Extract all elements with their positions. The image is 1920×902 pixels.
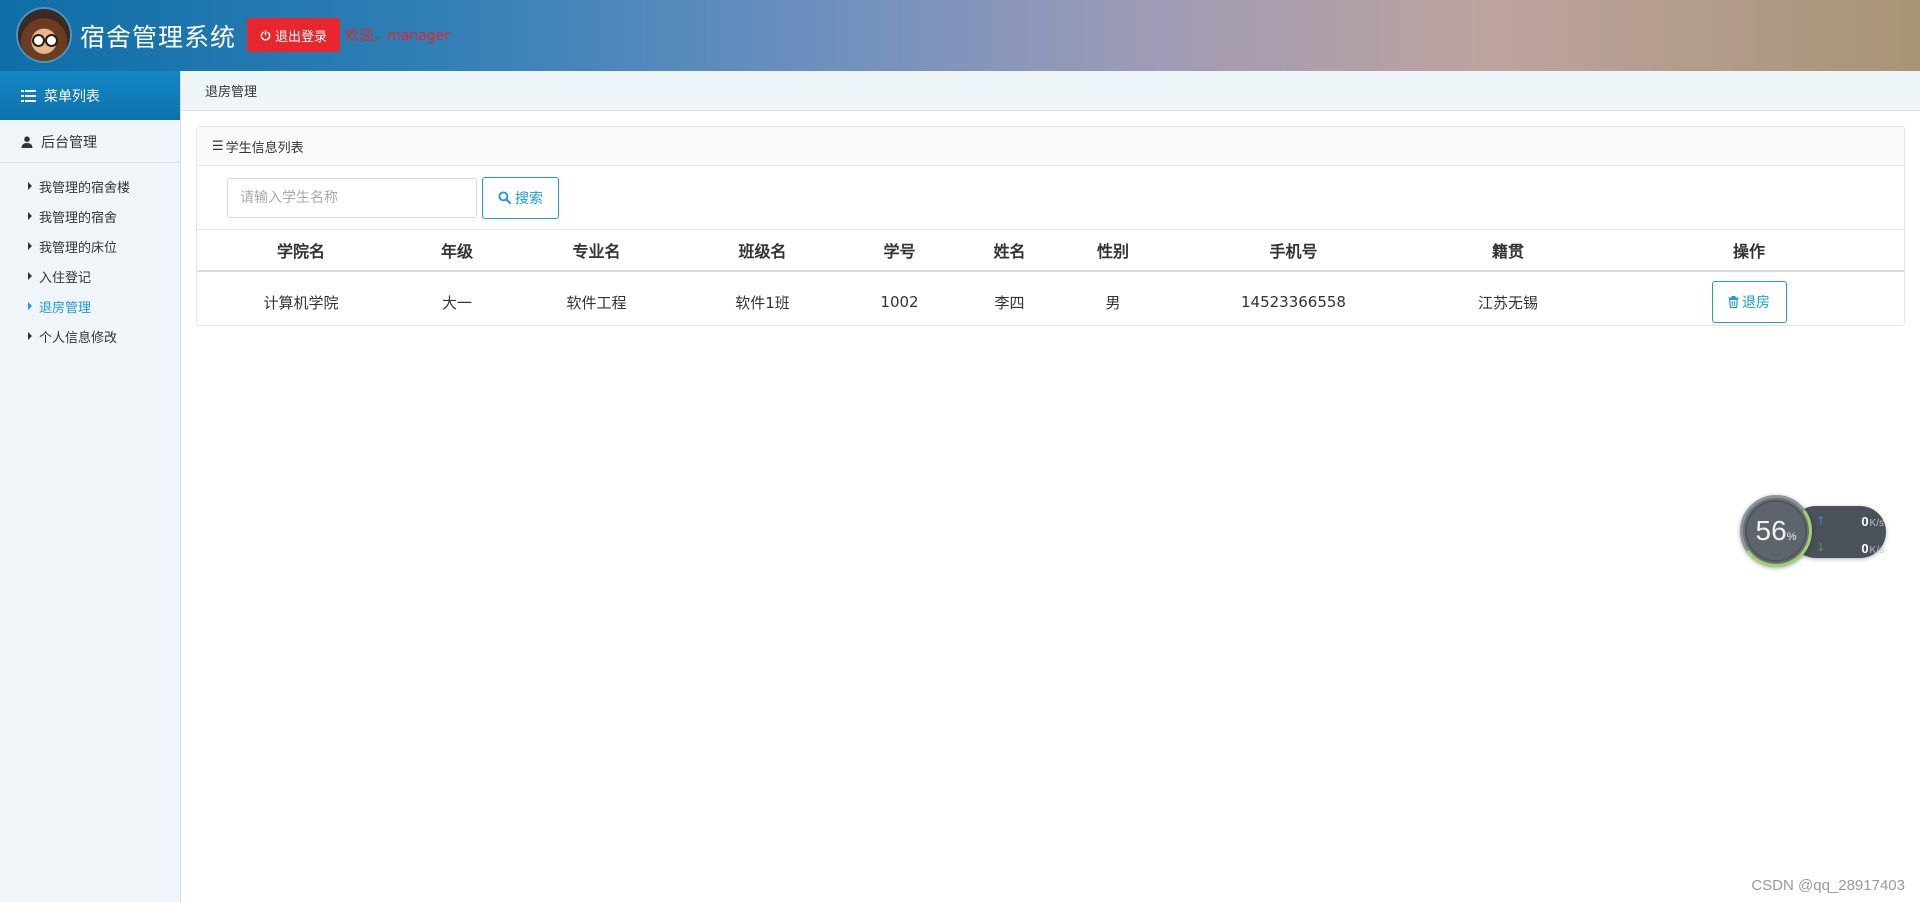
cell-hometown: 江苏无锡	[1477, 293, 1538, 312]
breadcrumb-current: 退房管理	[205, 85, 258, 100]
app-logo-avatar	[18, 9, 70, 61]
cell-phone: 14523366558	[1241, 293, 1346, 311]
panel-title: 学生信息列表	[225, 140, 304, 156]
welcome-message: 欢迎，manager	[345, 25, 450, 45]
column-header-college[interactable]: 学院名	[197, 230, 405, 272]
panel-header: ☰ 学生信息列表	[197, 127, 1904, 166]
download-speed: 🡓 0K/s	[1818, 539, 1884, 558]
user-icon	[21, 136, 33, 148]
sidebar-item-label: 我管理的宿舍楼	[39, 180, 131, 196]
cell-major: 软件工程	[566, 293, 627, 312]
column-header-class[interactable]: 班级名	[684, 230, 841, 272]
logout-button[interactable]: 退出登录	[247, 18, 340, 52]
check-out-button[interactable]: 退房	[1711, 281, 1787, 323]
column-header-phone[interactable]: 手机号	[1165, 230, 1422, 272]
caret-right-icon	[28, 182, 32, 190]
cell-gender: 男	[1105, 293, 1121, 312]
search-bar: 搜索	[197, 166, 1904, 230]
cell-grade: 大一	[441, 293, 472, 312]
caret-right-icon	[28, 332, 32, 340]
sidebar: 菜单列表 后台管理 我管理的宿舍楼 我管理的宿舍 我管理的床位 入住登记 退房管…	[0, 71, 181, 902]
list-icon	[21, 89, 36, 102]
power-icon	[260, 29, 271, 40]
student-table: 学院名 年级 专业名 班级名 学号 姓名 性别 手机号 籍贯 操作 计算机学院 …	[197, 230, 1904, 332]
sidebar-item-profile-edit[interactable]: 个人信息修改	[0, 321, 180, 351]
admin-section-header[interactable]: 后台管理	[0, 122, 180, 163]
top-header: 宿舍管理系统 退出登录 欢迎，manager	[0, 0, 1920, 71]
column-header-name[interactable]: 姓名	[958, 230, 1061, 272]
breadcrumb: 退房管理	[181, 71, 1920, 111]
upload-arrow-icon: 🡑	[1818, 515, 1824, 527]
welcome-username: manager	[387, 28, 450, 44]
sidebar-item-label: 退房管理	[39, 300, 92, 316]
table-row: 计算机学院 大一 软件工程 软件1班 1002 李四 男 14523366558…	[197, 271, 1904, 332]
caret-right-icon	[28, 242, 32, 250]
download-speed-unit: K/s	[1869, 545, 1884, 556]
app-title: 宿舍管理系统	[80, 23, 237, 52]
caret-right-icon	[28, 302, 32, 310]
column-header-major[interactable]: 专业名	[509, 230, 684, 272]
sidebar-item-label: 我管理的宿舍	[39, 210, 118, 226]
usage-percent-sign: %	[1786, 531, 1797, 543]
cell-name: 李四	[994, 293, 1025, 312]
cell-student-id: 1002	[880, 293, 919, 311]
cell-class: 软件1班	[735, 293, 790, 312]
admin-section-title: 后台管理	[41, 135, 97, 151]
usage-percent: 56%	[1752, 515, 1800, 547]
column-header-hometown[interactable]: 籍贯	[1422, 230, 1594, 272]
sidebar-item-label: 我管理的床位	[39, 240, 118, 256]
caret-right-icon	[28, 272, 32, 280]
table-header-row: 学院名 年级 专业名 班级名 学号 姓名 性别 手机号 籍贯 操作	[197, 230, 1904, 272]
trash-icon	[1728, 296, 1739, 308]
search-button[interactable]: 搜索	[482, 176, 559, 219]
column-header-actions: 操作	[1594, 230, 1904, 272]
check-out-label: 退房	[1742, 295, 1770, 311]
download-arrow-icon: 🡓	[1818, 542, 1824, 554]
column-header-gender[interactable]: 性别	[1061, 230, 1165, 272]
column-header-student-id[interactable]: 学号	[841, 230, 958, 272]
download-speed-value: 0	[1861, 541, 1869, 556]
cell-actions: 退房	[1594, 271, 1904, 332]
logout-label: 退出登录	[274, 29, 327, 45]
sidebar-item-check-out[interactable]: 退房管理	[0, 291, 180, 321]
sidebar-nav: 我管理的宿舍楼 我管理的宿舍 我管理的床位 入住登记 退房管理 个人信息修改	[0, 163, 180, 351]
sidebar-item-my-beds[interactable]: 我管理的床位	[0, 231, 180, 261]
sidebar-item-label: 入住登记	[39, 270, 92, 286]
sidebar-item-my-buildings[interactable]: 我管理的宿舍楼	[0, 171, 180, 201]
sidebar-item-my-dorms[interactable]: 我管理的宿舍	[0, 201, 180, 231]
network-speed-widget[interactable]: 56% 🡑 0K/s 🡓 0K/s	[1734, 489, 1890, 573]
welcome-text: 欢迎，	[345, 28, 387, 44]
csdn-watermark: CSDN @qq_28917403	[1751, 877, 1905, 894]
student-list-panel: ☰ 学生信息列表 搜索 学院名 年级 专业名 班级名 学号 姓名	[196, 126, 1905, 326]
sidebar-item-label: 个人信息修改	[39, 330, 118, 346]
menu-list-header: 菜单列表	[0, 71, 180, 120]
upload-speed-value: 0	[1861, 514, 1869, 529]
caret-right-icon	[28, 212, 32, 220]
student-name-search-input[interactable]	[227, 177, 477, 218]
menu-lines-icon: ☰	[212, 138, 224, 154]
upload-speed-unit: K/s	[1869, 518, 1884, 529]
usage-percent-value: 56	[1755, 515, 1787, 546]
cell-college: 计算机学院	[263, 293, 339, 312]
sidebar-item-check-in[interactable]: 入住登记	[0, 261, 180, 291]
search-icon	[498, 191, 511, 204]
upload-speed: 🡑 0K/s	[1818, 512, 1884, 531]
search-button-label: 搜索	[515, 190, 543, 207]
menu-list-title: 菜单列表	[44, 88, 100, 105]
column-header-grade[interactable]: 年级	[405, 230, 509, 272]
